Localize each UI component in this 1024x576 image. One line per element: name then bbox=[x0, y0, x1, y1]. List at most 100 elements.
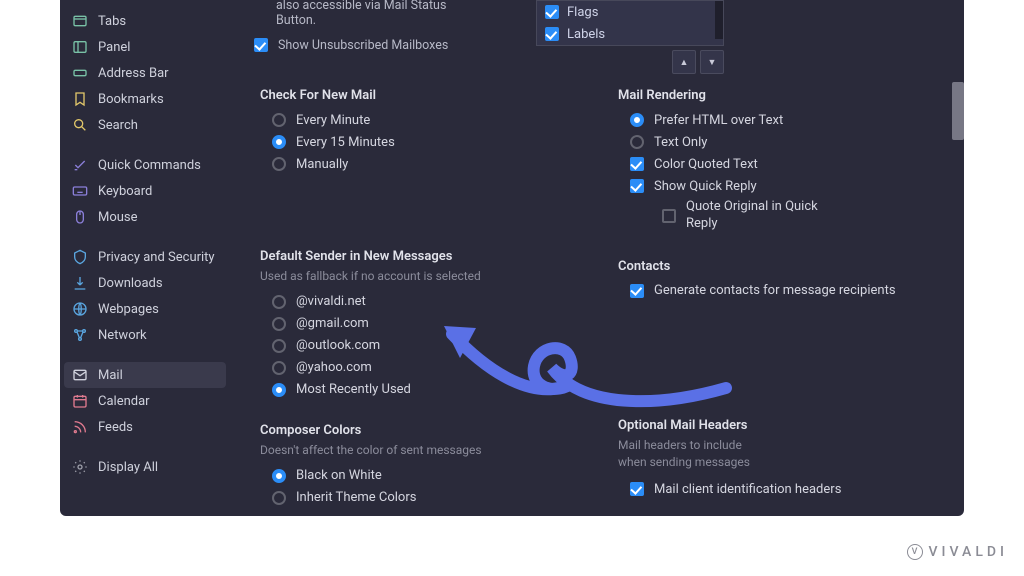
check-mail-option[interactable]: Manually bbox=[260, 153, 594, 175]
default-sender-sub: Used as fallback if no account is select… bbox=[260, 268, 594, 285]
default-sender-option[interactable]: @gmail.com bbox=[260, 313, 594, 335]
sidebar-label: Webpages bbox=[98, 302, 159, 317]
flags-label: Flags bbox=[567, 5, 598, 20]
mail-rendering-checkbox[interactable] bbox=[630, 157, 644, 171]
default-sender-title: Default Sender in New Messages bbox=[260, 249, 594, 264]
sidebar-item-downloads[interactable]: Downloads bbox=[64, 270, 226, 296]
sidebar-item-search[interactable]: Search bbox=[64, 112, 226, 138]
default-sender-radio[interactable] bbox=[272, 339, 286, 353]
mail-client-id-label: Mail client identification headers bbox=[654, 482, 841, 497]
sidebar-item-privacy[interactable]: Privacy and Security bbox=[64, 244, 226, 270]
mail-rendering-label: Prefer HTML over Text bbox=[654, 113, 783, 128]
check-mail-label: Every Minute bbox=[296, 113, 370, 128]
sidebar-label: Tabs bbox=[98, 14, 126, 29]
left-column: Check For New Mail Every Minute Every 15 … bbox=[260, 66, 594, 516]
mail-client-id-checkbox[interactable] bbox=[630, 482, 644, 496]
default-sender-option[interactable]: @vivaldi.net bbox=[260, 291, 594, 313]
flags-checkbox[interactable] bbox=[545, 5, 559, 19]
check-mail-title: Check For New Mail bbox=[260, 88, 594, 103]
sidebar-item-quickcommands[interactable]: Quick Commands bbox=[64, 152, 226, 178]
composer-colors-option[interactable]: Inherit Theme Colors bbox=[260, 487, 594, 509]
sidebar-item-network[interactable]: Network bbox=[64, 322, 226, 348]
sidebar-item-mail[interactable]: Mail bbox=[64, 362, 226, 388]
sidebar-item-tabs[interactable]: Tabs bbox=[64, 8, 226, 34]
labels-checkbox[interactable] bbox=[545, 27, 559, 41]
composer-colors-radio[interactable] bbox=[272, 469, 286, 483]
sidebar-item-panel[interactable]: Panel bbox=[64, 34, 226, 60]
default-sender-radio[interactable] bbox=[272, 383, 286, 397]
settings-content: also accessible via Mail Status Button. … bbox=[232, 0, 964, 516]
sidebar-item-keyboard[interactable]: Keyboard bbox=[64, 178, 226, 204]
mail-rendering-option[interactable]: Text Only bbox=[618, 131, 952, 153]
labels-row[interactable]: Labels bbox=[537, 23, 723, 45]
sidebar-label: Quick Commands bbox=[98, 158, 201, 173]
default-sender-label: Most Recently Used bbox=[296, 382, 411, 397]
sidebar-item-displayall[interactable]: Display All bbox=[64, 454, 226, 480]
mail-rendering-option[interactable]: Prefer HTML over Text bbox=[618, 109, 952, 131]
mail-rendering-option[interactable]: Color Quoted Text bbox=[618, 153, 952, 175]
check-mail-label: Manually bbox=[296, 157, 348, 172]
optional-headers-sub: Mail headers to include when sending mes… bbox=[618, 437, 952, 471]
sidebar-label: Mouse bbox=[98, 210, 138, 225]
sidebar-item-calendar[interactable]: Calendar bbox=[64, 388, 226, 414]
labels-label: Labels bbox=[567, 27, 605, 42]
default-sender-label: @vivaldi.net bbox=[296, 294, 366, 309]
flags-row[interactable]: Flags bbox=[537, 1, 723, 23]
sidebar-item-webpages[interactable]: Webpages bbox=[64, 296, 226, 322]
sidebar-item-mouse[interactable]: Mouse bbox=[64, 204, 226, 230]
generate-contacts-label: Generate contacts for message recipients bbox=[654, 282, 896, 300]
mail-rendering-label: Show Quick Reply bbox=[654, 179, 757, 194]
show-unsubscribed-label: Show Unsubscribed Mailboxes bbox=[278, 38, 448, 53]
mail-rendering-radio[interactable] bbox=[630, 135, 644, 149]
vivaldi-brand: V VIVALDI bbox=[907, 544, 1008, 560]
mail-rendering-option[interactable]: Quote Original in Quick Reply bbox=[618, 197, 952, 235]
check-mail-radio[interactable] bbox=[272, 157, 286, 171]
check-mail-radio[interactable] bbox=[272, 135, 286, 149]
default-sender-label: @gmail.com bbox=[296, 316, 369, 331]
mail-rendering-label: Text Only bbox=[654, 135, 707, 150]
mail-rendering-checkbox[interactable] bbox=[662, 209, 676, 223]
default-sender-option[interactable]: @yahoo.com bbox=[260, 357, 594, 379]
sidebar-label: Keyboard bbox=[98, 184, 152, 199]
composer-colors-sub: Doesn't affect the color of sent message… bbox=[260, 442, 594, 459]
sidebar-label: Bookmarks bbox=[98, 92, 164, 107]
top-partial-left: also accessible via Mail Status Button. … bbox=[254, 0, 474, 56]
check-mail-radio[interactable] bbox=[272, 113, 286, 127]
flags-listbox: Flags Labels ▲ ▼ bbox=[536, 0, 724, 74]
sidebar-item-addressbar[interactable]: Address Bar bbox=[64, 60, 226, 86]
sidebar-label: Search bbox=[98, 118, 138, 133]
settings-sidebar: Tabs PanelAddress Bar Bookmarks Search Quick… bbox=[60, 0, 232, 516]
flags-scrollbar[interactable] bbox=[715, 1, 723, 39]
default-sender-option[interactable]: Most Recently Used bbox=[260, 379, 594, 401]
right-column: Mail Rendering Prefer HTML over TextText… bbox=[618, 66, 952, 516]
settings-panel: Tabs PanelAddress Bar Bookmarks Search Quick… bbox=[60, 0, 964, 516]
mail-rendering-radio[interactable] bbox=[630, 113, 644, 127]
mail-rendering-checkbox[interactable] bbox=[630, 179, 644, 193]
composer-colors-option[interactable]: Black on White bbox=[260, 465, 594, 487]
check-mail-option[interactable]: Every 15 Minutes bbox=[260, 131, 594, 153]
default-sender-radio[interactable] bbox=[272, 361, 286, 375]
sidebar-label: Mail bbox=[98, 368, 123, 383]
sidebar-label: Calendar bbox=[98, 394, 150, 409]
optional-headers-title: Optional Mail Headers bbox=[618, 418, 952, 433]
default-sender-radio[interactable] bbox=[272, 295, 286, 309]
default-sender-radio[interactable] bbox=[272, 317, 286, 331]
mail-rendering-label: Quote Original in Quick Reply bbox=[686, 199, 836, 233]
default-sender-label: @outlook.com bbox=[296, 338, 380, 353]
sidebar-label: Feeds bbox=[98, 420, 133, 435]
contacts-title: Contacts bbox=[618, 259, 952, 274]
mail-rendering-option[interactable]: Show Quick Reply bbox=[618, 175, 952, 197]
default-sender-option[interactable]: @outlook.com bbox=[260, 335, 594, 357]
vivaldi-text: VIVALDI bbox=[929, 544, 1008, 560]
show-unsubscribed-checkbox[interactable] bbox=[254, 38, 268, 52]
sidebar-item-feeds[interactable]: Feeds bbox=[64, 414, 226, 440]
mail-rendering-label: Color Quoted Text bbox=[654, 157, 758, 172]
sidebar-item-bookmarks[interactable]: Bookmarks bbox=[64, 86, 226, 112]
move-down-button[interactable]: ▼ bbox=[700, 50, 724, 74]
composer-colors-radio[interactable] bbox=[272, 491, 286, 505]
panel-scrollbar[interactable] bbox=[952, 82, 964, 140]
generate-contacts-checkbox[interactable] bbox=[630, 284, 644, 298]
move-up-button[interactable]: ▲ bbox=[672, 50, 696, 74]
check-mail-option[interactable]: Every Minute bbox=[260, 109, 594, 131]
vivaldi-icon: V bbox=[907, 544, 923, 560]
